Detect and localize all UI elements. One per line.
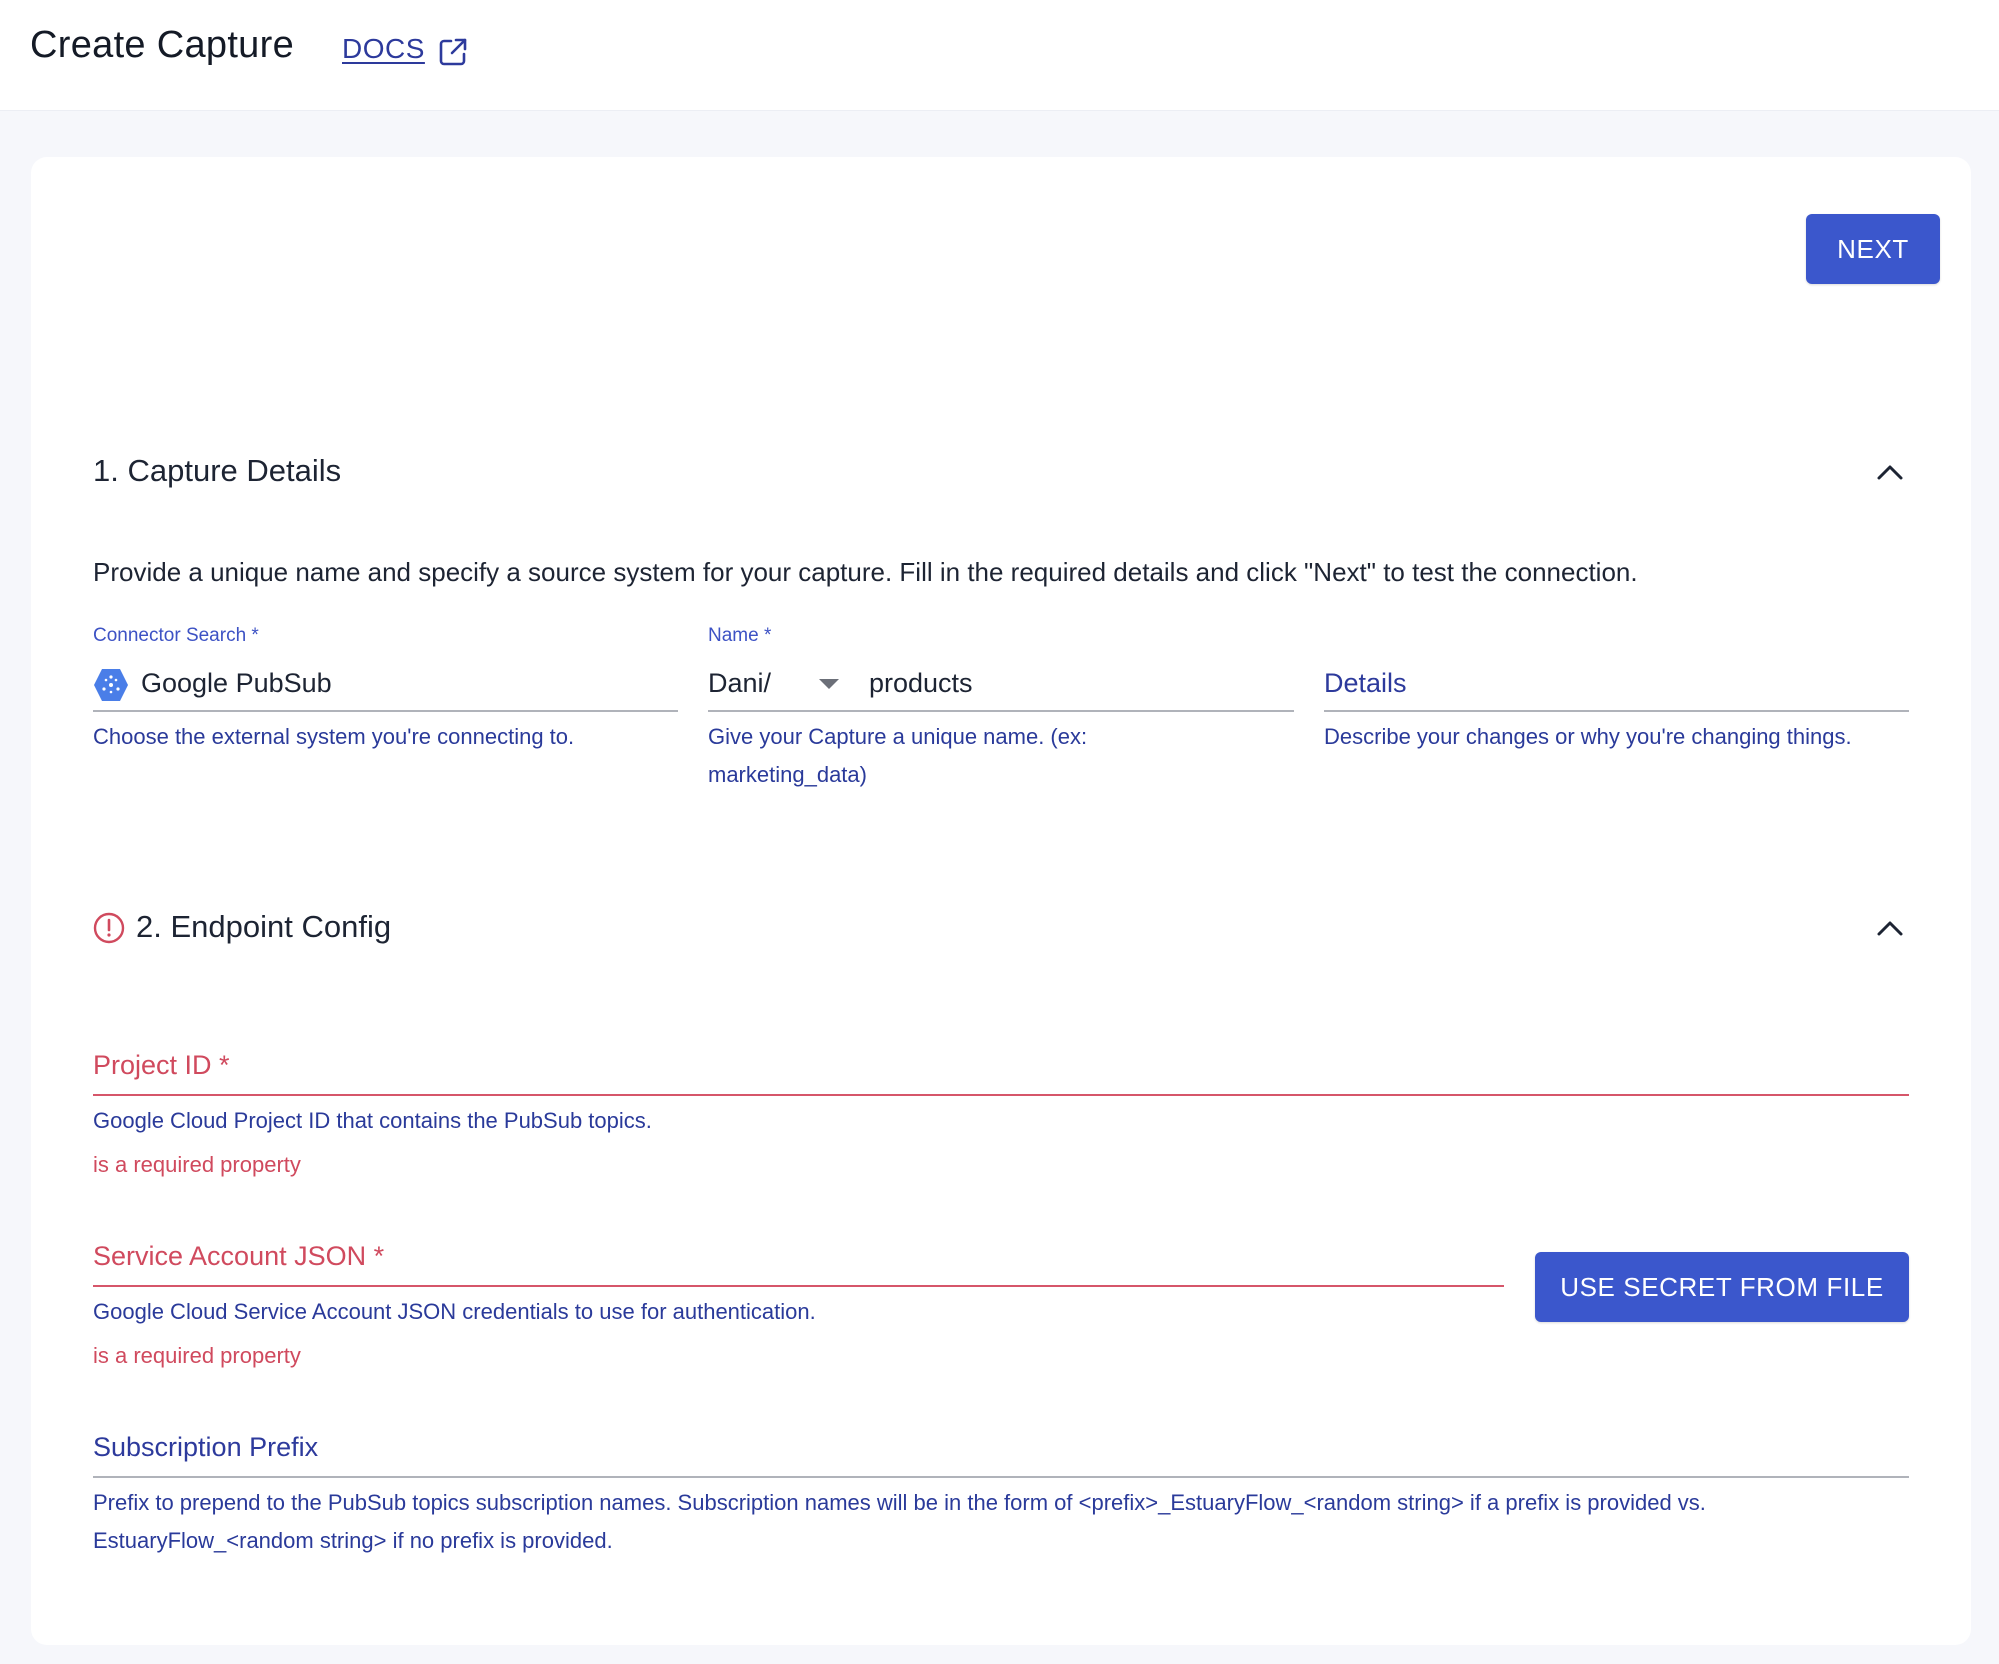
name-prefix-select[interactable]: Dani/ (708, 668, 771, 699)
error-icon (93, 912, 125, 944)
section-title-endpoint-config: 2. Endpoint Config (136, 909, 392, 944)
subscription-prefix-underline (93, 1476, 1909, 1478)
project-id-underline (93, 1094, 1909, 1096)
connector-search-input[interactable]: Google PubSub (141, 668, 332, 699)
collapse-chevron-up-icon[interactable] (1875, 462, 1905, 482)
project-id-input[interactable]: Project ID * (93, 1050, 230, 1081)
details-underline (1324, 710, 1909, 712)
connector-search-label: Connector Search * (93, 625, 259, 646)
name-label: Name * (708, 625, 772, 646)
connector-search-helper: Choose the external system you're connec… (93, 724, 575, 749)
subscription-prefix-helper: Prefix to prepend to the PubSub topics s… (93, 1490, 1706, 1553)
page-header: Create Capture DOCS (0, 0, 1999, 111)
dropdown-arrow-icon[interactable] (818, 678, 840, 690)
details-helper: Describe your changes or why you're chan… (1324, 724, 1852, 749)
service-account-helper: Google Cloud Service Account JSON creden… (93, 1299, 816, 1324)
use-secret-from-file-button[interactable]: USE SECRET FROM FILE (1535, 1252, 1909, 1322)
service-account-underline (93, 1285, 1504, 1287)
subscription-prefix-input[interactable]: Subscription Prefix (93, 1432, 318, 1463)
project-id-helper: Google Cloud Project ID that contains th… (93, 1108, 652, 1133)
service-account-error: is a required property (93, 1343, 301, 1368)
capture-details-description: Provide a unique name and specify a sour… (93, 557, 1638, 587)
collapse-chevron-up-icon[interactable] (1875, 918, 1905, 938)
project-id-error: is a required property (93, 1152, 301, 1177)
external-link-icon[interactable] (437, 36, 469, 68)
section-title-capture-details: 1. Capture Details (93, 453, 342, 488)
service-account-input[interactable]: Service Account JSON * (93, 1241, 384, 1272)
docs-link[interactable]: DOCS (342, 33, 425, 65)
next-button[interactable]: NEXT (1806, 214, 1940, 284)
name-input[interactable]: products (869, 668, 973, 699)
name-underline (708, 710, 1294, 712)
name-helper: Give your Capture a unique name. (ex: ma… (708, 724, 1088, 787)
capture-form-card: NEXT 1. Capture Details Provide a unique… (31, 157, 1971, 1645)
connector-search-underline (93, 710, 678, 712)
details-input[interactable]: Details (1324, 668, 1407, 699)
google-pubsub-icon (94, 669, 128, 701)
page-title: Create Capture (30, 24, 295, 66)
